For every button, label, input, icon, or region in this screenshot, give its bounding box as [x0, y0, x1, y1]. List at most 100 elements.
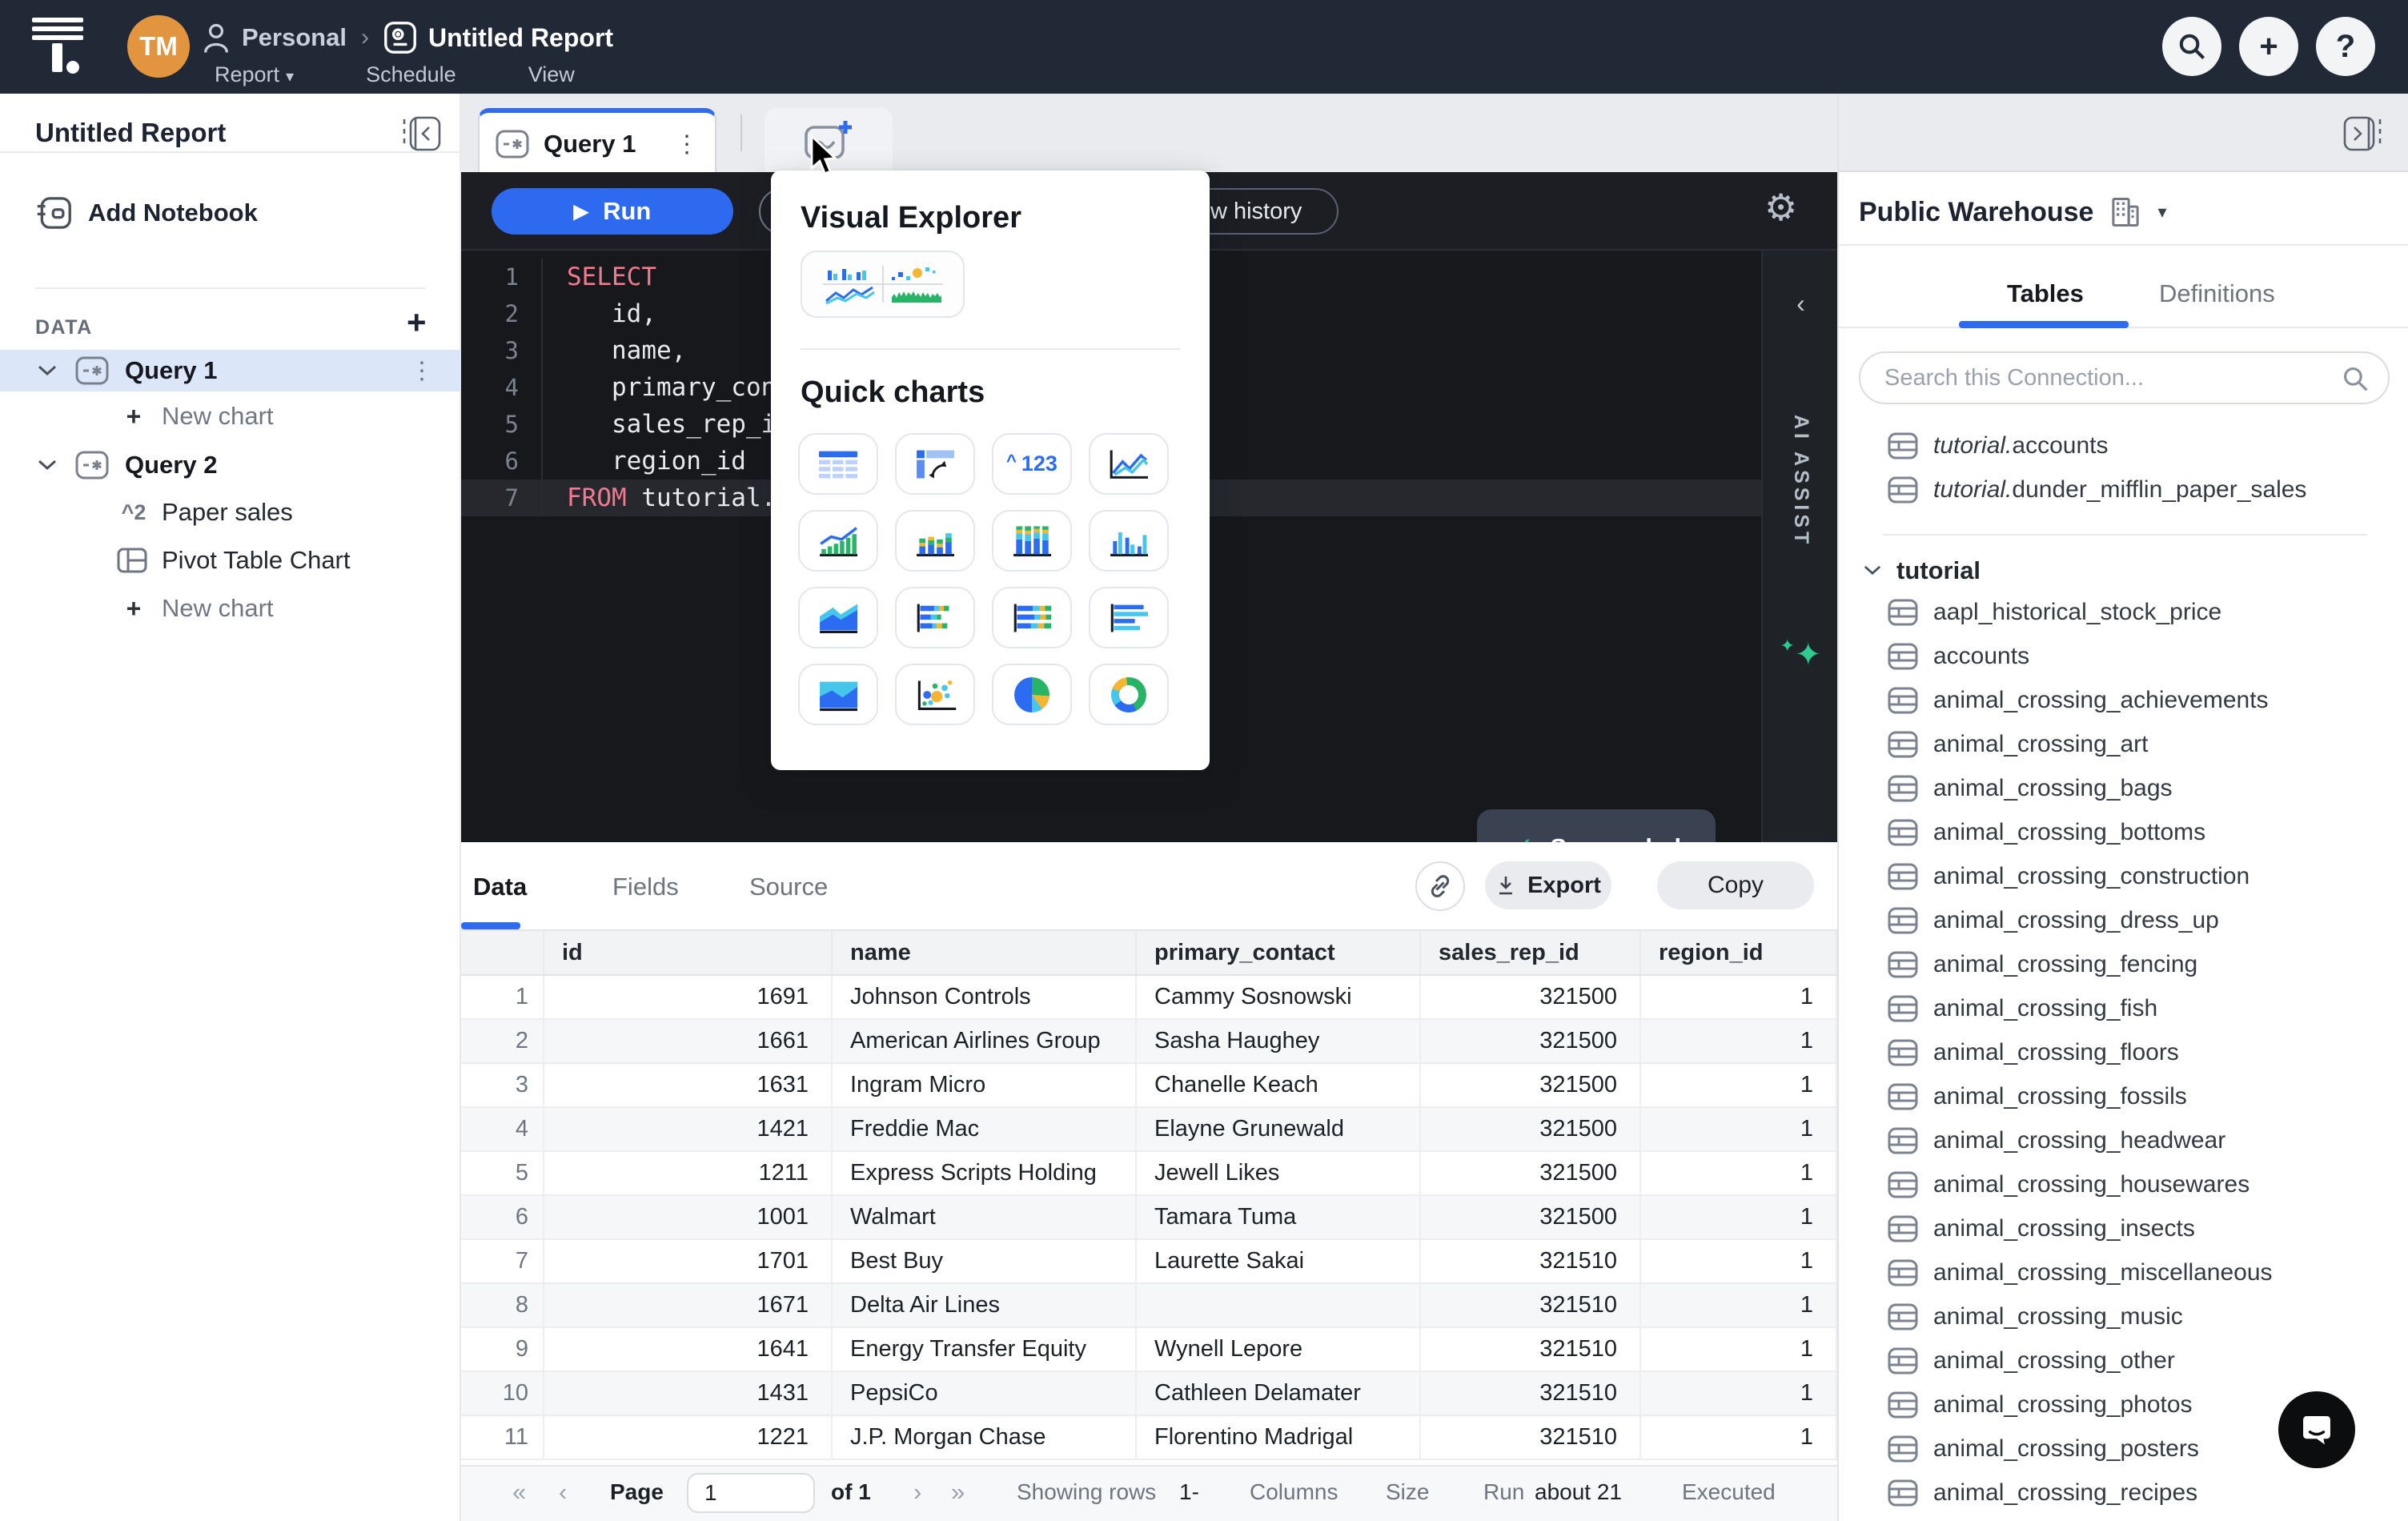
table-list-item[interactable]: animal_crossing_fish — [1839, 986, 2408, 1030]
sidebar-item-paper-sales[interactable]: ^2 Paper sales — [0, 492, 461, 532]
nav-report-menu[interactable]: Report▾ — [215, 62, 294, 87]
pivot-table-chart-icon[interactable] — [895, 433, 975, 495]
tab-definitions[interactable]: Definitions — [2159, 279, 2275, 308]
table-row[interactable]: 101431PepsiCoCathleen Delamater3215101 — [461, 1372, 1837, 1416]
help-button[interactable]: ? — [2316, 17, 2375, 76]
recent-table-item[interactable]: tutorial.dunder_mifflin_paper_sales — [1839, 468, 2408, 512]
tab-kebab-menu[interactable]: ⋮ — [675, 130, 699, 159]
connection-name[interactable]: Public Warehouse — [1859, 197, 2093, 228]
table-row[interactable]: 11691Johnson ControlsCammy Sosnowski3215… — [461, 976, 1837, 1020]
donut-chart-icon[interactable] — [1089, 664, 1169, 725]
area-100-chart-icon[interactable] — [798, 664, 878, 725]
table-list-item[interactable]: animal_crossing_miscellaneous — [1839, 1250, 2408, 1294]
table-list-item[interactable]: animal_crossing_bags — [1839, 766, 2408, 810]
nav-schedule[interactable]: Schedule — [366, 62, 456, 87]
first-page-button[interactable]: « — [512, 1467, 526, 1518]
prev-page-button[interactable]: ‹ — [559, 1467, 567, 1518]
collapse-sidebar-button[interactable] — [399, 114, 442, 153]
chat-widget-button[interactable] — [2278, 1391, 2355, 1468]
column-header[interactable]: name — [833, 931, 1137, 974]
connection-search[interactable] — [1859, 351, 2390, 404]
column-header[interactable]: id — [544, 931, 833, 974]
visual-explorer-button[interactable] — [801, 251, 965, 318]
add-notebook-button[interactable]: Add Notebook — [35, 196, 258, 230]
column-header[interactable]: primary_contact — [1137, 931, 1421, 974]
stacked-area-chart-icon[interactable] — [798, 587, 878, 648]
sidebar-item-query2[interactable]: Query 2 — [0, 444, 461, 486]
tab-query1[interactable]: Query 1 ⋮ — [478, 108, 716, 175]
big-number-chart-icon[interactable]: ^123 — [992, 433, 1072, 495]
share-link-button[interactable] — [1415, 861, 1465, 911]
table-row[interactable]: 111221J.P. Morgan ChaseFlorentino Madrig… — [461, 1416, 1837, 1460]
tab-tables[interactable]: Tables — [2007, 279, 2084, 308]
table-list-item[interactable]: accounts — [1839, 634, 2408, 678]
tab-source[interactable]: Source — [749, 873, 828, 901]
sidebar-item-query1[interactable]: Query 1 ⋮ — [0, 350, 461, 391]
pie-chart-icon[interactable] — [992, 664, 1072, 725]
tab-data[interactable]: Data — [473, 873, 527, 901]
ai-assist-panel[interactable]: ‹ AI ASSIST ✦✦ — [1761, 251, 1837, 842]
table-list-item[interactable]: animal_crossing_fencing — [1839, 942, 2408, 986]
table-list-item[interactable]: animal_crossing_housewares — [1839, 1162, 2408, 1206]
avatar[interactable]: TM — [127, 15, 190, 78]
table-list-item[interactable]: animal_crossing_achievements — [1839, 678, 2408, 722]
table-row[interactable]: 81671Delta Air Lines3215101 — [461, 1284, 1837, 1328]
table-row[interactable]: 71701Best BuyLaurette Sakai3215101 — [461, 1240, 1837, 1284]
table-row[interactable]: 51211Express Scripts HoldingJewell Likes… — [461, 1152, 1837, 1196]
search-input[interactable] — [1884, 358, 2333, 398]
size-label[interactable]: Size — [1386, 1467, 1429, 1518]
table-row[interactable]: 31631Ingram MicroChanelle Keach3215001 — [461, 1064, 1837, 1108]
report-title[interactable]: Untitled Report — [428, 23, 613, 53]
stacked-bar-100-chart-icon[interactable] — [992, 587, 1072, 648]
expand-panel-button[interactable] — [2342, 114, 2388, 153]
line-chart-icon[interactable] — [1089, 433, 1169, 495]
table-body[interactable]: 11691Johnson ControlsCammy Sosnowski3215… — [461, 976, 1837, 1460]
table-list-item[interactable]: animal_crossing_bottoms — [1839, 810, 2408, 854]
table-row[interactable]: 61001WalmartTamara Tuma3215001 — [461, 1196, 1837, 1240]
chevron-down-icon[interactable] — [1863, 564, 1882, 576]
last-page-button[interactable]: » — [951, 1467, 965, 1518]
kebab-menu-icon[interactable]: ⋮ — [410, 357, 434, 385]
scatter-plot-icon[interactable] — [895, 664, 975, 725]
export-button[interactable]: Export — [1485, 861, 1611, 909]
add-query-button[interactable]: + — [407, 303, 427, 342]
table-list-item[interactable]: animal_crossing_insects — [1839, 1206, 2408, 1250]
table-row[interactable]: 21661American Airlines GroupSasha Haughe… — [461, 1020, 1837, 1064]
gear-icon[interactable]: ⚙ — [1764, 186, 1797, 229]
table-list-item[interactable]: animal_crossing_dress_up — [1839, 898, 2408, 942]
app-logo-icon[interactable] — [30, 16, 86, 77]
column-header[interactable]: region_id — [1641, 931, 1837, 974]
page-input[interactable] — [687, 1473, 815, 1513]
ai-collapse-icon[interactable]: ‹ — [1763, 289, 1839, 319]
stacked-column-chart-icon[interactable] — [895, 510, 975, 572]
stacked-column-100-chart-icon[interactable] — [992, 510, 1072, 572]
schema-tutorial[interactable]: tutorial — [1863, 548, 1981, 592]
table-list-item[interactable]: animal_crossing_art — [1839, 722, 2408, 766]
combo-chart-icon[interactable] — [798, 510, 878, 572]
table-list-item[interactable]: animal_crossing_construction — [1839, 854, 2408, 898]
columns-label[interactable]: Columns — [1250, 1467, 1338, 1518]
chevron-down-icon[interactable] — [37, 459, 58, 472]
sidebar-item-new-chart-1[interactable]: + New chart — [0, 396, 461, 436]
bar-chart-icon[interactable] — [1089, 587, 1169, 648]
next-page-button[interactable]: › — [913, 1467, 921, 1518]
table-list-item[interactable]: animal_crossing_headwear — [1839, 1118, 2408, 1162]
column-chart-icon[interactable] — [1089, 510, 1169, 572]
tab-fields[interactable]: Fields — [612, 873, 679, 901]
stacked-bar-chart-icon[interactable] — [895, 587, 975, 648]
table-list-item[interactable]: animal_crossing_music — [1839, 1294, 2408, 1338]
sidebar-item-pivot-table-chart[interactable]: Pivot Table Chart — [0, 540, 461, 580]
breadcrumb-personal[interactable]: Personal — [242, 23, 347, 52]
chevron-down-icon[interactable] — [37, 364, 58, 377]
copy-button[interactable]: Copy — [1657, 861, 1814, 909]
table-list-item[interactable]: animal_crossing_other — [1839, 1338, 2408, 1383]
caret-down-icon[interactable]: ▾ — [2157, 202, 2166, 223]
table-row[interactable]: 41421Freddie MacElayne Grunewald3215001 — [461, 1108, 1837, 1152]
run-button[interactable]: ▶ Run — [492, 188, 733, 235]
column-header[interactable]: sales_rep_id — [1421, 931, 1641, 974]
table-list-item[interactable]: animal_crossing_floors — [1839, 1030, 2408, 1074]
table-chart-icon[interactable] — [798, 433, 878, 495]
sidebar-item-new-chart-2[interactable]: + New chart — [0, 588, 461, 628]
table-row[interactable]: 91641Energy Transfer EquityWynell Lepore… — [461, 1328, 1837, 1372]
search-button[interactable] — [2162, 17, 2221, 76]
